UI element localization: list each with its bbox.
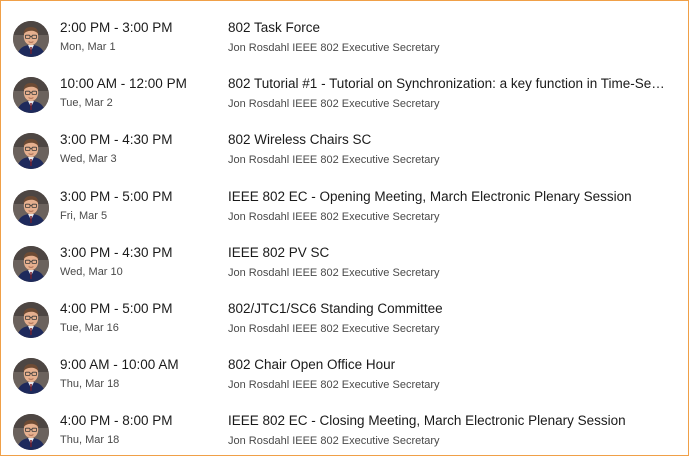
meeting-time: 4:00 PM - 8:00 PM	[60, 413, 173, 429]
organizer-avatar	[13, 133, 49, 170]
meeting-list-panel: 2:00 PM - 3:00 PM Mon, Mar 1 802 Task Fo…	[0, 0, 689, 456]
meeting-date: Wed, Mar 3	[60, 153, 117, 166]
meeting-date: Fri, Mar 5	[60, 209, 108, 222]
meeting-time: 10:00 AM - 12:00 PM	[60, 76, 187, 92]
meeting-title: IEEE 802 PV SC	[228, 244, 330, 260]
meeting-title: IEEE 802 EC - Closing Meeting, March Ele…	[228, 413, 626, 429]
meeting-row[interactable]: 3:00 PM - 5:00 PM Fri, Mar 5 IEEE 802 EC…	[1, 189, 688, 245]
organizer-avatar	[13, 21, 49, 57]
meeting-time: 2:00 PM - 3:00 PM	[60, 20, 173, 35]
organizer-avatar	[13, 189, 49, 226]
meeting-time: 9:00 AM - 10:00 AM	[60, 357, 179, 373]
meeting-time: 4:00 PM - 5:00 PM	[60, 301, 173, 316]
organizer-avatar	[13, 245, 49, 282]
meeting-organizer: Jon Rosdahl IEEE 802 Executive Secretary	[228, 379, 440, 392]
organizer-avatar	[13, 414, 49, 451]
meeting-organizer: Jon Rosdahl IEEE 802 Executive Secretary	[228, 154, 440, 167]
meeting-row[interactable]: 3:00 PM - 4:30 PM Wed, Mar 3 802 Wireles…	[1, 132, 688, 188]
meeting-row[interactable]: 4:00 PM - 8:00 PM Thu, Mar 18 IEEE 802 E…	[1, 413, 688, 455]
meeting-organizer: Jon Rosdahl IEEE 802 Executive Secretary	[228, 42, 440, 54]
meeting-date: Mon, Mar 1	[60, 41, 116, 53]
meeting-row[interactable]: 10:00 AM - 12:00 PM Tue, Mar 2 802 Tutor…	[1, 76, 688, 132]
meeting-organizer: Jon Rosdahl IEEE 802 Executive Secretary	[228, 210, 440, 223]
meeting-time: 3:00 PM - 5:00 PM	[60, 188, 173, 204]
meeting-row[interactable]: 3:00 PM - 4:30 PM Wed, Mar 10 IEEE 802 P…	[1, 245, 688, 301]
meeting-time: 3:00 PM - 4:30 PM	[60, 244, 173, 260]
meeting-organizer: Jon Rosdahl IEEE 802 Executive Secretary	[228, 98, 440, 111]
meeting-title: 802 Tutorial #1 - Tutorial on Synchroniz…	[228, 76, 668, 92]
meeting-title: 802/JTC1/SC6 Standing Committee	[228, 301, 443, 316]
meeting-title: 802 Wireless Chairs SC	[228, 132, 372, 148]
meeting-row[interactable]: 4:00 PM - 5:00 PM Tue, Mar 16 802/JTC1/S…	[1, 301, 688, 357]
organizer-avatar	[13, 77, 49, 114]
meeting-date: Wed, Mar 10	[60, 265, 123, 278]
meeting-title: IEEE 802 EC - Opening Meeting, March Ele…	[228, 188, 632, 204]
meeting-title: 802 Task Force	[228, 20, 321, 35]
meeting-date: Thu, Mar 18	[60, 378, 120, 391]
meeting-organizer: Jon Rosdahl IEEE 802 Executive Secretary	[228, 323, 440, 335]
meeting-row[interactable]: 2:00 PM - 3:00 PM Mon, Mar 1 802 Task Fo…	[1, 20, 688, 76]
organizer-avatar	[13, 302, 49, 338]
organizer-avatar	[13, 358, 49, 395]
meeting-title: 802 Chair Open Office Hour	[228, 357, 396, 373]
meeting-time: 3:00 PM - 4:30 PM	[60, 132, 173, 148]
meeting-date: Tue, Mar 16	[60, 322, 119, 334]
meeting-date: Tue, Mar 2	[60, 97, 113, 110]
meeting-organizer: Jon Rosdahl IEEE 802 Executive Secretary	[228, 266, 440, 279]
meeting-row[interactable]: 9:00 AM - 10:00 AM Thu, Mar 18 802 Chair…	[1, 357, 688, 413]
meeting-date: Thu, Mar 18	[60, 434, 120, 447]
meeting-organizer: Jon Rosdahl IEEE 802 Executive Secretary	[228, 435, 440, 448]
